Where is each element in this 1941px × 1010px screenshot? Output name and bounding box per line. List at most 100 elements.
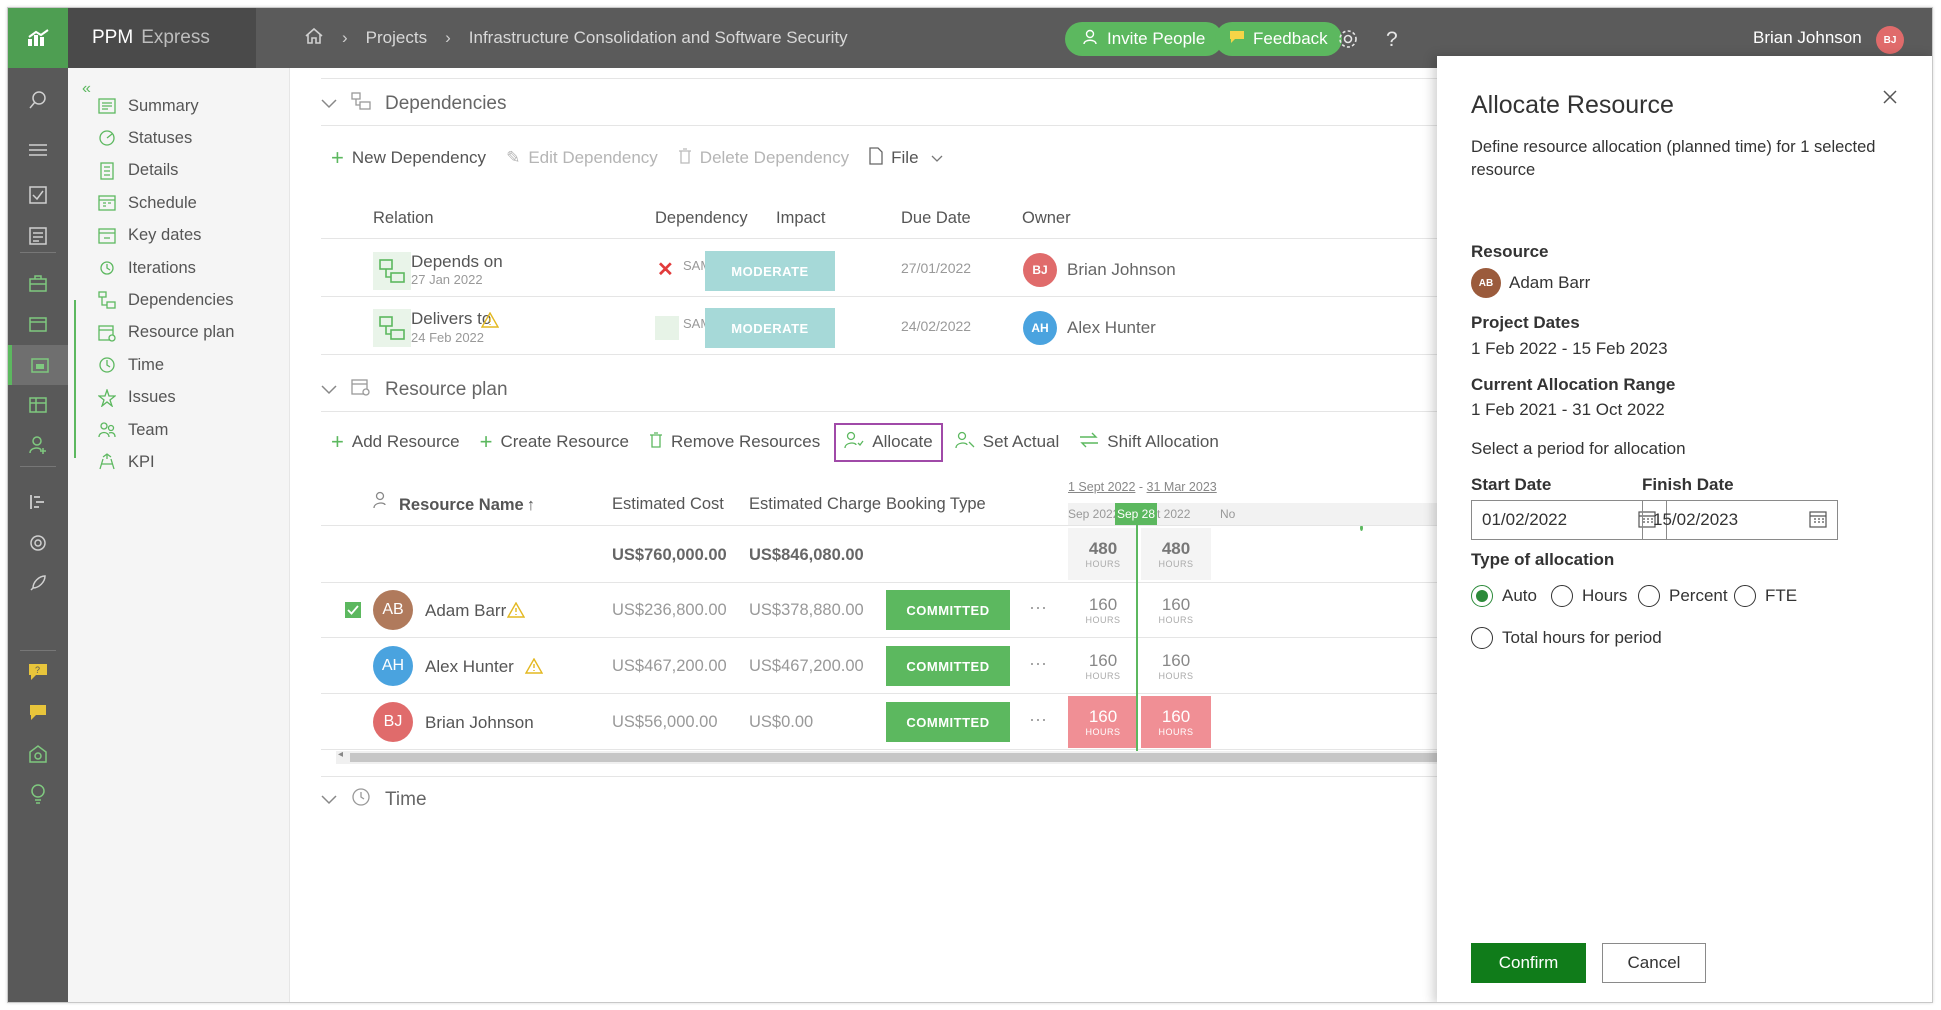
nav-item-key-dates[interactable]: Key dates xyxy=(98,221,201,251)
timeline-hours-cell[interactable]: 160 HOURS xyxy=(1068,584,1138,636)
nav-item-issues[interactable]: Issues xyxy=(98,383,176,413)
col-resource-name[interactable]: Resource Name ↑ xyxy=(399,496,535,515)
tasks-icon[interactable] xyxy=(8,175,68,215)
more-icon[interactable]: ··· xyxy=(1029,709,1047,730)
nav-item-iterations[interactable]: Iterations xyxy=(98,253,196,283)
nav-item-time[interactable]: Time xyxy=(98,350,164,380)
finish-date-input[interactable]: 15/02/2023 xyxy=(1642,500,1838,540)
nav-item-details[interactable]: Details xyxy=(98,156,178,186)
confirm-button[interactable]: Confirm xyxy=(1471,943,1586,983)
resource-plan-section-header[interactable]: Resource plan xyxy=(321,370,508,410)
program-icon[interactable] xyxy=(8,304,68,344)
close-icon[interactable] xyxy=(1882,84,1898,112)
projects-icon[interactable] xyxy=(8,345,68,385)
help-icon[interactable]: ? xyxy=(1386,28,1398,52)
more-icon[interactable]: ··· xyxy=(1029,653,1047,674)
time-section-header[interactable]: Time xyxy=(321,780,427,820)
remove-resources-label: Remove Resources xyxy=(670,432,821,451)
nav-item-summary[interactable]: Summary xyxy=(98,91,199,121)
nav-item-schedule[interactable]: Schedule xyxy=(98,188,197,218)
roadmap-icon[interactable] xyxy=(8,482,68,522)
lightbulb-icon[interactable] xyxy=(8,774,68,814)
booking-badge[interactable]: COMMITTED xyxy=(886,702,1010,742)
remove-resources-button[interactable]: Remove Resources xyxy=(649,431,821,453)
scrollbar-thumb[interactable] xyxy=(350,753,1461,762)
edit-dependency-button[interactable]: ✎ Edit Dependency xyxy=(506,148,658,168)
dependencies-section-header[interactable]: Dependencies xyxy=(321,84,506,124)
timeline-range[interactable]: 1 Sept 2022 - 31 Mar 2023 xyxy=(1068,480,1217,494)
cancel-button[interactable]: Cancel xyxy=(1602,943,1706,983)
app-title[interactable]: PPM Express xyxy=(68,8,256,68)
create-resource-button[interactable]: + Create Resource xyxy=(480,429,629,455)
resource-name[interactable]: Adam Barr xyxy=(425,601,506,621)
resources-grid-icon[interactable] xyxy=(8,385,68,425)
nav-item-dependencies[interactable]: Dependencies xyxy=(98,285,234,315)
resource-name[interactable]: Brian Johnson xyxy=(425,713,534,733)
timeline-hours-cell[interactable]: 160 HOURS xyxy=(1068,696,1138,748)
resources-icon[interactable] xyxy=(8,425,68,465)
col-dependency[interactable]: Dependency xyxy=(655,209,748,228)
details-icon xyxy=(98,162,116,180)
breadcrumb-projects[interactable]: Projects xyxy=(366,28,427,48)
col-relation[interactable]: Relation xyxy=(373,209,434,228)
help-chat-icon[interactable]: ? xyxy=(8,652,68,692)
allocate-button[interactable]: Allocate xyxy=(834,422,943,462)
user-avatar[interactable]: BJ xyxy=(1876,26,1904,54)
feedback-button[interactable]: Feedback xyxy=(1215,22,1342,56)
portfolio-icon[interactable] xyxy=(8,264,68,304)
nav-item-statuses[interactable]: Statuses xyxy=(98,123,192,153)
more-icon[interactable]: ··· xyxy=(1029,597,1047,618)
scroll-left-icon[interactable]: ◂ xyxy=(338,749,343,760)
home-icon[interactable] xyxy=(304,27,324,50)
col-estimated-cost[interactable]: Estimated Cost xyxy=(612,495,724,514)
relation-label[interactable]: Depends on xyxy=(411,252,503,272)
range-end-link[interactable]: 31 Mar 2023 xyxy=(1147,480,1217,494)
row-checkbox[interactable] xyxy=(345,658,361,674)
start-date-input[interactable]: 01/02/2022 xyxy=(1471,500,1667,540)
app-logo-icon[interactable] xyxy=(8,8,68,68)
nav-item-kpi[interactable]: KPI xyxy=(98,447,155,477)
admin-icon[interactable] xyxy=(8,734,68,774)
radio-hours[interactable]: Hours xyxy=(1551,585,1627,607)
search-icon[interactable] xyxy=(8,80,68,120)
col-impact[interactable]: Impact xyxy=(776,209,826,228)
collapse-icon[interactable]: « xyxy=(82,80,91,98)
col-owner[interactable]: Owner xyxy=(1022,209,1071,228)
add-resource-button[interactable]: + Add Resource xyxy=(331,429,460,455)
gear-icon[interactable] xyxy=(1337,28,1359,56)
horizontal-scrollbar[interactable]: ◂ xyxy=(336,749,1461,764)
radio-fte[interactable]: FTE xyxy=(1734,585,1797,607)
resource-name[interactable]: Alex Hunter xyxy=(425,657,514,677)
breadcrumb-project[interactable]: Infrastructure Consolidation and Softwar… xyxy=(469,28,848,48)
reports-icon[interactable] xyxy=(8,216,68,256)
booking-badge[interactable]: COMMITTED xyxy=(886,590,1010,630)
calendar-icon[interactable] xyxy=(1809,510,1827,533)
shift-allocation-button[interactable]: Shift Allocation xyxy=(1079,432,1219,453)
timeline-hours-cell[interactable]: 160 HOURS xyxy=(1141,584,1211,636)
timeline-hours-cell[interactable]: 160 HOURS xyxy=(1068,640,1138,692)
nav-item-resource-plan[interactable]: Resource plan xyxy=(98,318,234,348)
range-start-link[interactable]: 1 Sept 2022 xyxy=(1068,480,1135,494)
booking-badge[interactable]: COMMITTED xyxy=(886,646,1010,686)
radio-total-hours[interactable]: Total hours for period xyxy=(1471,627,1662,649)
col-booking-type[interactable]: Booking Type xyxy=(886,495,986,514)
nav-item-team[interactable]: Team xyxy=(98,415,168,445)
col-due-date[interactable]: Due Date xyxy=(901,209,971,228)
new-dependency-button[interactable]: + New Dependency xyxy=(331,145,486,171)
feedback-flag-icon[interactable] xyxy=(8,693,68,733)
delete-dependency-button[interactable]: Delete Dependency xyxy=(678,147,849,169)
strategy-icon[interactable] xyxy=(8,523,68,563)
radio-auto[interactable]: Auto xyxy=(1471,585,1537,607)
timeline-hours-cell[interactable]: 160 HOURS xyxy=(1141,696,1211,748)
relation-label[interactable]: Delivers to xyxy=(411,309,491,329)
set-actual-button[interactable]: Set Actual xyxy=(955,431,1059,454)
radio-percent[interactable]: Percent xyxy=(1638,585,1728,607)
timeline-hours-cell[interactable]: 160 HOURS xyxy=(1141,640,1211,692)
col-estimated-charge[interactable]: Estimated Charge xyxy=(749,495,881,514)
menu-icon[interactable] xyxy=(8,130,68,170)
row-checkbox[interactable] xyxy=(345,714,361,730)
invite-people-button[interactable]: Invite People xyxy=(1065,22,1224,56)
file-menu-button[interactable]: File xyxy=(869,146,942,170)
row-checkbox[interactable] xyxy=(345,602,361,618)
rocket-icon[interactable] xyxy=(8,563,68,603)
